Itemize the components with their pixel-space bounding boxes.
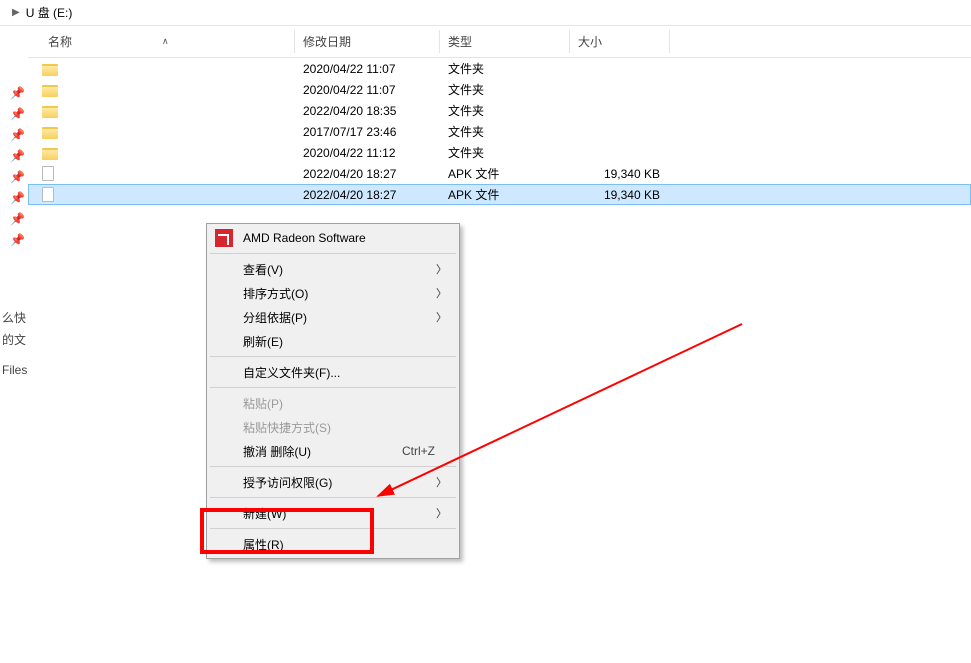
menu-customize-folder[interactable]: 自定义文件夹(F)...	[209, 360, 457, 384]
menu-separator	[210, 466, 456, 467]
list-item[interactable]: 2020/04/22 11:07 文件夹	[28, 58, 971, 79]
folder-icon	[42, 106, 58, 118]
pin-icon: 📌	[10, 170, 28, 184]
pin-icon: 📌	[10, 191, 28, 205]
menu-separator	[210, 356, 456, 357]
menu-paste-shortcut: 粘贴快捷方式(S)	[209, 415, 457, 439]
cell-type: 文件夹	[448, 102, 484, 119]
menu-separator	[210, 528, 456, 529]
list-item[interactable]: 2022/04/20 18:27 APK 文件 19,340 KB	[28, 163, 971, 184]
file-icon	[42, 166, 54, 181]
list-item[interactable]: 2020/04/22 11:12 文件夹	[28, 142, 971, 163]
menu-properties[interactable]: 属性(R)	[209, 532, 457, 556]
column-headers[interactable]: 名称 ∧ 修改日期 类型 大小	[28, 26, 971, 58]
menu-sort[interactable]: 排序方式(O) 〉	[209, 281, 457, 305]
cell-type: 文件夹	[448, 144, 484, 161]
cell-type: 文件夹	[448, 60, 484, 77]
pin-icon: 📌	[10, 233, 28, 247]
chevron-right-icon: 〉	[436, 309, 447, 325]
context-menu: AMD Radeon Software 查看(V) 〉 排序方式(O) 〉 分组…	[206, 223, 460, 559]
breadcrumb[interactable]: ▶ U 盘 (E:)	[0, 0, 971, 26]
col-header-name[interactable]: 名称	[48, 33, 72, 50]
cell-type: APK 文件	[448, 165, 499, 182]
menu-undo-delete[interactable]: 撤消 删除(U) Ctrl+Z	[209, 439, 457, 463]
pin-icon: 📌	[10, 212, 28, 226]
list-item[interactable]: 2022/04/20 18:35 文件夹	[28, 100, 971, 121]
cell-type: 文件夹	[448, 81, 484, 98]
folder-icon	[42, 64, 58, 76]
menu-separator	[210, 497, 456, 498]
menu-separator	[210, 387, 456, 388]
col-divider[interactable]	[569, 30, 570, 53]
menu-new[interactable]: 新建(W) 〉	[209, 501, 457, 525]
list-item[interactable]: 2022/04/20 18:27 APK 文件 19,340 KB	[28, 184, 971, 205]
chevron-right-icon: ▶	[12, 7, 20, 18]
cell-date: 2020/04/22 11:12	[303, 146, 396, 160]
sidebar-truncated-text: 的文	[2, 329, 28, 351]
file-list[interactable]: 2020/04/22 11:07 文件夹 2020/04/22 11:07 文件…	[28, 58, 971, 205]
folder-icon	[42, 85, 58, 97]
chevron-right-icon: 〉	[436, 474, 447, 490]
cell-type: APK 文件	[448, 186, 499, 203]
cell-date: 2022/04/20 18:27	[303, 188, 396, 202]
menu-view[interactable]: 查看(V) 〉	[209, 257, 457, 281]
pin-icon: 📌	[10, 107, 28, 121]
menu-separator	[210, 253, 456, 254]
folder-icon	[42, 148, 58, 160]
menu-refresh[interactable]: 刷新(E)	[209, 329, 457, 353]
sidebar-truncated-text: 么快	[2, 307, 28, 329]
breadcrumb-label: U 盘 (E:)	[26, 4, 73, 21]
shortcut-label: Ctrl+Z	[402, 444, 435, 458]
cell-type: 文件夹	[448, 123, 484, 140]
chevron-right-icon: 〉	[436, 505, 447, 521]
col-header-size[interactable]: 大小	[578, 33, 602, 50]
quick-access-strip: 📌 📌 📌 📌 📌 📌 📌 📌 么快 的文 Files	[0, 26, 28, 663]
sort-indicator-icon: ∧	[162, 36, 169, 47]
col-header-date[interactable]: 修改日期	[303, 33, 351, 50]
file-icon	[42, 187, 54, 202]
menu-grant-access[interactable]: 授予访问权限(G) 〉	[209, 470, 457, 494]
list-item[interactable]: 2020/04/22 11:07 文件夹	[28, 79, 971, 100]
menu-group[interactable]: 分组依据(P) 〉	[209, 305, 457, 329]
pin-icon: 📌	[10, 149, 28, 163]
col-divider[interactable]	[669, 30, 670, 53]
cell-date: 2020/04/22 11:07	[303, 62, 396, 76]
chevron-right-icon: 〉	[436, 261, 447, 277]
menu-amd-radeon[interactable]: AMD Radeon Software	[209, 226, 457, 250]
pin-icon: 📌	[10, 128, 28, 142]
cell-date: 2017/07/17 23:46	[303, 125, 396, 139]
cell-date: 2020/04/22 11:07	[303, 83, 396, 97]
col-divider[interactable]	[439, 30, 440, 53]
menu-paste: 粘贴(P)	[209, 391, 457, 415]
folder-icon	[42, 127, 58, 139]
col-divider[interactable]	[294, 30, 295, 53]
cell-date: 2022/04/20 18:27	[303, 167, 396, 181]
col-header-type[interactable]: 类型	[448, 33, 472, 50]
list-item[interactable]: 2017/07/17 23:46 文件夹	[28, 121, 971, 142]
cell-date: 2022/04/20 18:35	[303, 104, 396, 118]
sidebar-truncated-text: Files	[2, 359, 28, 381]
pin-icon: 📌	[10, 86, 28, 100]
cell-size: 19,340 KB	[580, 167, 660, 181]
amd-icon	[215, 229, 233, 247]
cell-size: 19,340 KB	[580, 188, 660, 202]
chevron-right-icon: 〉	[436, 285, 447, 301]
